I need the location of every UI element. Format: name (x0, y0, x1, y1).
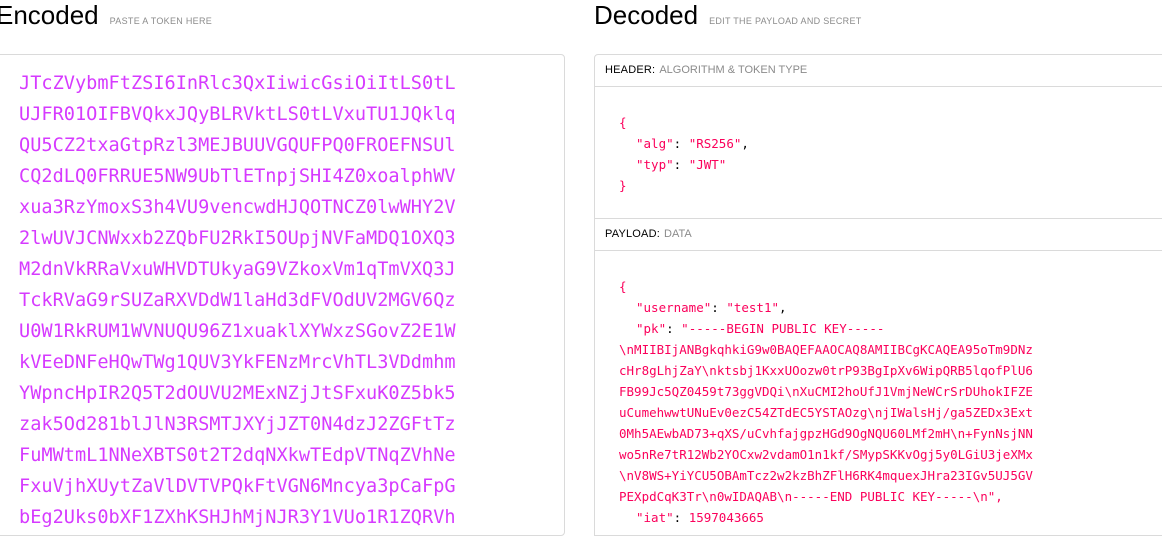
payload-pk-value-lines: \nMIIBIjANBgkqhkiG9w0BAQEFAAOCAQ8AMIIBCg… (619, 342, 1033, 504)
header-alg-key: "alg" (636, 136, 674, 151)
encoded-token-text[interactable]: JTcZVybmFtZSI6InRlc3QxIiwicGsiOiItLS0tL U… (19, 68, 456, 533)
payload-iat-key: "iat" (636, 510, 674, 525)
decoded-subtitle: EDIT THE PAYLOAD AND SECRET (709, 16, 862, 26)
header-alg-value: "RS256" (688, 136, 742, 151)
encoded-token-line: UJFR01OIFBVQkxJQyBLRVktLS0tLVxuTU1JQklq (19, 104, 456, 125)
encoded-token-line: bEg2Uks0bXF1ZXhKSHJhMjNJR3Y1VUo1R1ZQRVh (19, 507, 456, 528)
header-typ-value: "JWT" (688, 157, 727, 172)
encoded-token-line: U0W1RkRUM1WVNUQU96Z1xuaklXYWxzSGovZ2E1W (19, 321, 456, 342)
encoded-token-line: FuMWtmL1NNeXBTS0t2T2dqNXkwTEdpVTNqZVhNe (19, 445, 456, 466)
header-section-name: HEADER: (605, 64, 656, 76)
payload-pk-value-line: uCumehwwtUNuEv0ezC54ZTdEC5YSTAOzg\njIWal… (619, 405, 1033, 420)
encoded-token-editor[interactable]: JTcZVybmFtZSI6InRlc3QxIiwicGsiOiItLS0tL U… (0, 54, 565, 536)
decoded-title: Decoded (594, 0, 699, 30)
header-typ-key: "typ" (636, 157, 674, 172)
header-section-desc: ALGORITHM & TOKEN TYPE (659, 64, 808, 76)
encoded-token-line: QU5CZ2txaGtpRzl3MEJBUUVGQUFPQ0FROEFNSUl (19, 135, 456, 156)
payload-pk-value-line: PEXpdCqK3Tr\n0wIDAQAB\n-----END PUBLIC K… (619, 489, 1003, 504)
encoded-title: Encoded (0, 0, 99, 30)
payload-open-brace: { (619, 279, 627, 294)
payload-pk-value-line: wo5nRe7tR12Wb2YOCxw2vdamO1n1kf/SMypSKKvO… (619, 447, 1033, 462)
header-json-editor[interactable]: { "alg": "RS256", "typ": "JWT" } (619, 112, 749, 196)
payload-section-name: PAYLOAD: (605, 228, 660, 240)
payload-pk-key: "pk" (636, 321, 667, 336)
payload-username-value: "test1" (726, 300, 780, 315)
payload-json-editor[interactable]: { "username": "test1", "pk": "-----BEGIN… (619, 276, 1033, 528)
header-open-brace: { (619, 115, 627, 130)
payload-pk-value-line: \nMIIBIjANBgkqhkiG9w0BAQEFAAOCAQ8AMIIBCg… (619, 342, 1033, 357)
encoded-token-line: M2dnVkRRaVxuWHVDTUkyaG9VZkoxVm1qTmVXQ3J (19, 259, 456, 280)
header-close-brace: } (619, 178, 627, 193)
payload-section-title: PAYLOAD: DATA (595, 218, 1162, 251)
payload-pk-value-line: 0Mh5AEwbAD73+qXS/uCvhfajgpzHGd9OgNQU60LM… (619, 426, 1033, 441)
encoded-token-line: zak5Od281blJlN3RSMTJXYjJZT0N4dzJ2ZGFtTz (19, 414, 456, 435)
payload-pk-value-start: "-----BEGIN PUBLIC KEY----- (681, 321, 885, 336)
encoded-token-line: FxuVjhXUytZaVlDVTVPQkFtVGN6Mncya3pCaFpG (19, 476, 456, 497)
decoded-panel: HEADER: ALGORITHM & TOKEN TYPE { "alg": "… (594, 54, 1162, 536)
payload-pk-value-line: FB99Jc5QZ0459t73ggVDQi\nXuCMI2hoUfJ1VmjN… (619, 384, 1033, 399)
payload-username-key: "username" (636, 300, 712, 315)
payload-section-desc: DATA (664, 228, 692, 240)
encoded-token-line: kVEeDNFeHQwTWg1QUV3YkFENzMrcVhTL3VDdmhm (19, 352, 456, 373)
encoded-token-line: 2lwUVJCNWxxb2ZQbFU2RkI5OUpjNVFaMDQ1OXQ3 (19, 228, 456, 249)
encoded-token-line: CQ2dLQ0FRRUE5NW9UbTlETnpjSHI4Z0xoalphWV (19, 166, 456, 187)
encoded-token-line: YWpncHpIR2Q5T2dOUVU2MExNZjJtSFxuK0Z5bk5 (19, 383, 456, 404)
encoded-token-line: JTcZVybmFtZSI6InRlc3QxIiwicGsiOiItLS0tL (19, 73, 456, 94)
payload-pk-value-line: cHr8gLhjZaY\nktsbj1KxxUOozw0trP93BgIpXv6… (619, 363, 1033, 378)
encoded-subtitle: PASTE A TOKEN HERE (109, 16, 213, 26)
encoded-token-line: xua3RzYmoxS3h4VU9vencwdHJQOTNCZ0lwWHY2V (19, 197, 456, 218)
payload-iat-value: 1597043665 (688, 510, 764, 525)
encoded-heading: Encoded PASTE A TOKEN HERE (0, 0, 212, 30)
encoded-token-line: TckRVaG9rSUZaRXVDdW1laHd3dFVOdUV2MGV6Qz (19, 290, 456, 311)
decoded-heading: Decoded EDIT THE PAYLOAD AND SECRET (594, 0, 862, 30)
payload-pk-value-line: \nV8WS+YiYCU5OBAmTcz2w2kzBhZFlH6RK4mquex… (619, 468, 1033, 483)
header-section-title: HEADER: ALGORITHM & TOKEN TYPE (595, 55, 1162, 87)
